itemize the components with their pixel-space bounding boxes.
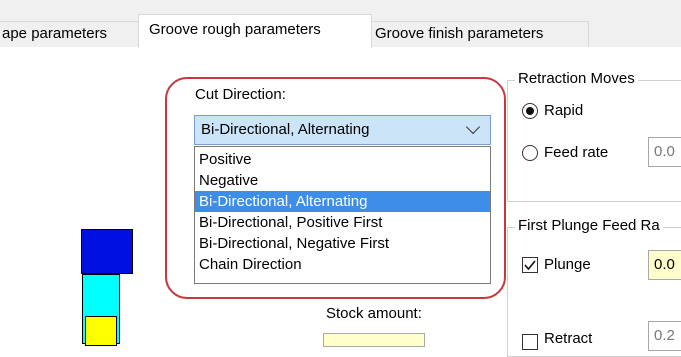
retract-input[interactable]: 0.2 [648,321,681,351]
check-icon [524,260,536,271]
radio-dot [526,107,534,115]
preview-blue-block [81,229,133,274]
tab-shape-parameters[interactable]: ape parameters [0,21,142,48]
feed-rate-input[interactable]: 0.0 [648,137,681,167]
retract-label: Retract [544,330,593,347]
highlight-outline [165,77,506,299]
tab-label: ape parameters [2,25,108,42]
feed-rate-label: Feed rate [544,144,609,161]
feed-rate-radio[interactable] [522,145,538,161]
rapid-radio[interactable] [522,103,538,119]
stock-amount-field[interactable] [323,333,425,347]
rapid-label: Rapid [544,102,584,119]
plunge-label: Plunge [544,256,591,273]
tab-label: Groove finish parameters [375,25,544,42]
plunge-input[interactable]: 0.0 [648,250,681,280]
tab-groove-rough-parameters[interactable]: Groove rough parameters [138,14,372,48]
stock-amount-label: Stock amount: [326,305,422,322]
retraction-moves-title: Retraction Moves [515,70,638,87]
first-plunge-title: First Plunge Feed Ra [515,217,663,234]
plunge-checkbox[interactable] [522,257,538,273]
tab-strip: ape parameters Groove rough parameters G… [0,0,681,48]
tab-label: Groove rough parameters [149,21,321,38]
tab-groove-finish-parameters[interactable]: Groove finish parameters [362,21,589,48]
retract-checkbox[interactable] [522,334,538,350]
